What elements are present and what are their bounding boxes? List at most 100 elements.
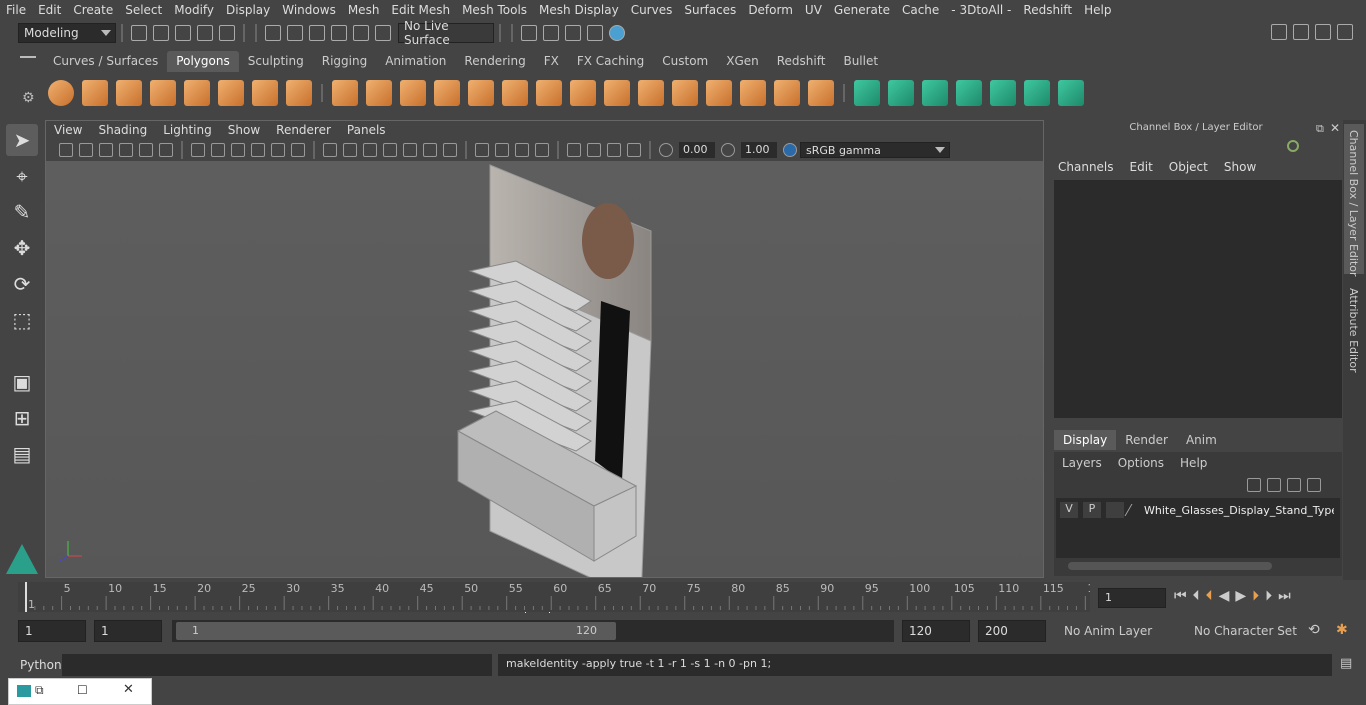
poly-sphere-icon[interactable] bbox=[48, 80, 74, 106]
script-editor-icon[interactable]: ▤ bbox=[1340, 656, 1352, 671]
select-hierarchy-icon[interactable] bbox=[265, 25, 281, 41]
restore-icon[interactable]: ⧉ bbox=[35, 683, 44, 698]
snap-surface-icon[interactable] bbox=[375, 25, 391, 41]
go-to-end-icon[interactable]: ⏭ bbox=[1278, 588, 1291, 604]
ipr-render-icon[interactable] bbox=[565, 25, 581, 41]
range-slider[interactable]: 1 120 bbox=[172, 620, 894, 642]
shelf-menu-icon[interactable] bbox=[20, 56, 36, 66]
gate-mask-icon[interactable] bbox=[251, 143, 265, 157]
mode-dropdown[interactable]: Modeling bbox=[18, 23, 116, 43]
channel-menu-object[interactable]: Object bbox=[1169, 160, 1208, 174]
poly-cone-icon[interactable] bbox=[150, 80, 176, 106]
menu-edit[interactable]: Edit bbox=[32, 3, 67, 17]
live-surface-field[interactable]: No Live Surface bbox=[398, 19, 494, 47]
channel-menu-edit[interactable]: Edit bbox=[1130, 160, 1153, 174]
film-gate-icon[interactable] bbox=[211, 143, 225, 157]
viewport-menu-show[interactable]: Show bbox=[220, 123, 268, 137]
time-slider[interactable]: 1 5 10 15 20 25 30 35 40 45 50 55 60 65 70 75 80 85 90 95 10… bbox=[18, 582, 1101, 612]
hypershade-icon[interactable] bbox=[609, 25, 625, 41]
script-language-label[interactable]: Python bbox=[20, 658, 62, 672]
extrude-icon[interactable] bbox=[468, 80, 494, 106]
bookmark-icon[interactable] bbox=[99, 143, 113, 157]
menu-cache[interactable]: Cache bbox=[896, 3, 945, 17]
combine-icon[interactable] bbox=[332, 80, 358, 106]
poly-cube-icon[interactable] bbox=[82, 80, 108, 106]
channel-list[interactable] bbox=[1054, 180, 1342, 418]
snap-view-icon[interactable] bbox=[353, 25, 369, 41]
menu-help[interactable]: Help bbox=[1078, 3, 1117, 17]
prev-key-icon[interactable]: ⏴ bbox=[1206, 588, 1213, 604]
menu-create[interactable]: Create bbox=[67, 3, 119, 17]
layer-menu-help[interactable]: Help bbox=[1180, 456, 1207, 470]
use-lights-icon[interactable] bbox=[423, 143, 437, 157]
render-settings-icon[interactable] bbox=[521, 25, 537, 41]
step-back-key-icon[interactable]: ⏴ bbox=[1193, 588, 1200, 604]
step-forward-key-icon[interactable]: ⏵ bbox=[1265, 588, 1272, 604]
viewport-menu-shading[interactable]: Shading bbox=[90, 123, 155, 137]
menu-generate[interactable]: Generate bbox=[828, 3, 896, 17]
maximize-icon[interactable]: ☐ bbox=[77, 683, 88, 697]
multi-cut-icon[interactable] bbox=[536, 80, 562, 106]
layer-tab-anim[interactable]: Anim bbox=[1177, 430, 1226, 450]
resolution-gate-icon[interactable] bbox=[231, 143, 245, 157]
layer-axis-icon[interactable] bbox=[1287, 140, 1299, 152]
tab-rigging[interactable]: Rigging bbox=[313, 51, 376, 72]
redo-icon[interactable] bbox=[219, 25, 235, 41]
image-plane-icon[interactable] bbox=[119, 143, 133, 157]
start-time-field[interactable]: 1 bbox=[18, 620, 86, 642]
tab-xgen[interactable]: XGen bbox=[717, 51, 768, 72]
wireframe-icon[interactable] bbox=[323, 143, 337, 157]
layout-single-icon[interactable]: ▣ bbox=[6, 366, 38, 398]
undo-icon[interactable] bbox=[197, 25, 213, 41]
anim-prefs-icon[interactable]: ✱ bbox=[1336, 622, 1348, 638]
tab-fx-caching[interactable]: FX Caching bbox=[568, 51, 653, 72]
bridge-icon[interactable] bbox=[502, 80, 528, 106]
outliner-toggle-icon[interactable] bbox=[1293, 24, 1309, 40]
viewport-menu-panels[interactable]: Panels bbox=[339, 123, 394, 137]
new-scene-icon[interactable] bbox=[131, 25, 147, 41]
menu-display[interactable]: Display bbox=[220, 3, 276, 17]
isolate-select-icon[interactable] bbox=[567, 143, 581, 157]
current-time-marker[interactable] bbox=[25, 582, 27, 612]
uv-cylindrical-icon[interactable] bbox=[888, 80, 914, 106]
uv-automatic-icon[interactable] bbox=[956, 80, 982, 106]
play-forward-icon[interactable]: ▶ bbox=[1235, 588, 1246, 604]
poly-plane-icon[interactable] bbox=[184, 80, 210, 106]
current-frame-field[interactable]: 1 bbox=[1098, 588, 1166, 608]
channel-menu-channels[interactable]: Channels bbox=[1058, 160, 1114, 174]
layer-menu-options[interactable]: Options bbox=[1118, 456, 1164, 470]
close-icon[interactable]: ✕ bbox=[123, 682, 134, 697]
layer-scrollbar[interactable] bbox=[1068, 562, 1272, 570]
layout-four-icon[interactable]: ⊞ bbox=[6, 402, 38, 434]
render-frame-icon[interactable] bbox=[543, 25, 559, 41]
edge-loop-icon[interactable] bbox=[638, 80, 664, 106]
menu-windows[interactable]: Windows bbox=[276, 3, 342, 17]
open-scene-icon[interactable] bbox=[153, 25, 169, 41]
2d-pan-icon[interactable] bbox=[139, 143, 153, 157]
attribute-toggle-icon[interactable] bbox=[1315, 24, 1331, 40]
layer-tab-render[interactable]: Render bbox=[1116, 430, 1177, 450]
tab-fx[interactable]: FX bbox=[535, 51, 568, 72]
layer-tab-display[interactable]: Display bbox=[1054, 430, 1117, 450]
menu-edit-mesh[interactable]: Edit Mesh bbox=[385, 3, 456, 17]
xray-icon[interactable] bbox=[403, 143, 417, 157]
frame-all-icon[interactable] bbox=[627, 143, 641, 157]
menu-modify[interactable]: Modify bbox=[168, 3, 220, 17]
new-layer-icon[interactable] bbox=[1287, 478, 1301, 492]
tab-custom[interactable]: Custom bbox=[653, 51, 717, 72]
wireframe-on-shaded-icon[interactable] bbox=[363, 143, 377, 157]
snap-point-icon[interactable] bbox=[331, 25, 347, 41]
anim-start-field[interactable]: 1 bbox=[94, 620, 162, 642]
center-pivot-icon[interactable] bbox=[774, 80, 800, 106]
move-tool-icon[interactable]: ✥ bbox=[6, 232, 38, 264]
menu-mesh-display[interactable]: Mesh Display bbox=[533, 3, 625, 17]
safe-action-icon[interactable] bbox=[291, 143, 305, 157]
menu-mesh-tools[interactable]: Mesh Tools bbox=[456, 3, 533, 17]
smooth-icon[interactable] bbox=[434, 80, 460, 106]
scale-tool-icon[interactable]: ⬚ bbox=[6, 304, 38, 336]
snap-curve-icon[interactable] bbox=[309, 25, 325, 41]
go-to-start-icon[interactable]: ⏮ bbox=[1174, 588, 1187, 604]
tab-rendering[interactable]: Rendering bbox=[455, 51, 534, 72]
insert-loop-icon[interactable] bbox=[672, 80, 698, 106]
viewport-menu-renderer[interactable]: Renderer bbox=[268, 123, 339, 137]
